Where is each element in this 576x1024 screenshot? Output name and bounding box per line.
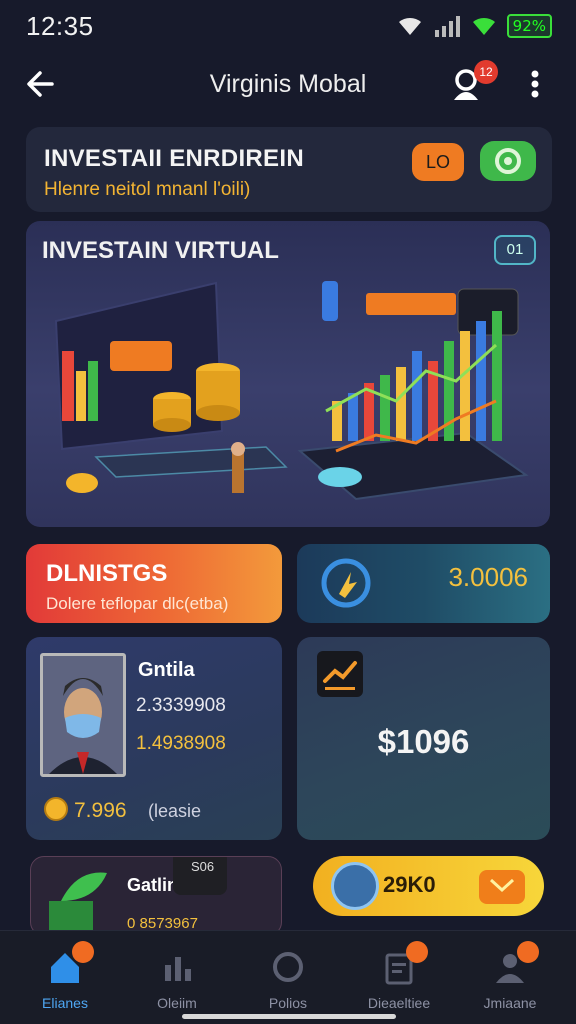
- profile-card[interactable]: Gntila 2.3339908 1.4938908 7.996 (leasie: [26, 637, 282, 840]
- profile-value: 7.996: [74, 799, 127, 822]
- hero-title: INVESTAII ENRDIREIN: [44, 145, 304, 172]
- chart-icon: [165, 957, 191, 981]
- leaf-card-icon: [49, 872, 107, 935]
- nav-item-charts[interactable]: Oleiim: [122, 941, 232, 1015]
- nav-badge-home: [72, 941, 94, 963]
- home-indicator: [182, 1014, 396, 1019]
- person-avatar-icon: [43, 656, 123, 774]
- profile-note: (leasie: [148, 801, 202, 821]
- gift-avatar: [331, 862, 379, 910]
- wifi-icon: [398, 17, 421, 35]
- promo-subtitle: Dolere teflopar dlc(etba): [46, 594, 229, 613]
- value-card[interactable]: 3.0006: [297, 544, 550, 623]
- balance-amount: $1096: [377, 723, 470, 760]
- circle-icon: [273, 952, 303, 982]
- nav-item-polios[interactable]: Polios: [233, 941, 343, 1015]
- profile-stat-secondary: 1.4938908: [136, 733, 226, 754]
- coin-icon: [44, 797, 68, 821]
- mini-tag: S06: [173, 857, 227, 895]
- nav-label-polios: Polios: [268, 995, 308, 1011]
- app-bar: Virginis Mobal 12: [0, 56, 576, 112]
- nav-badge-profile: [517, 941, 539, 963]
- status-time: 12:35: [26, 10, 94, 41]
- nav-item-home[interactable]: Elianes: [10, 941, 120, 1015]
- gift-card[interactable]: 29K0: [313, 856, 544, 916]
- status-icons: 92%: [395, 14, 552, 38]
- value-amount: 3.0006: [448, 562, 528, 592]
- investment-illustration: [54, 281, 529, 501]
- gift-value: 29K0: [383, 872, 436, 897]
- balance-card[interactable]: $1096: [297, 637, 550, 840]
- nav-label-documents: Dieaeltiee: [367, 995, 431, 1011]
- nav-badge-documents: [406, 941, 428, 963]
- notification-badge: 12: [474, 60, 498, 84]
- mail-icon: [489, 878, 515, 893]
- wifi-green-icon: [472, 17, 495, 35]
- shield-icon: [321, 558, 371, 608]
- refresh-icon: [495, 148, 521, 174]
- mail-button[interactable]: [479, 870, 525, 904]
- mini-title: Gatlin: [127, 875, 179, 895]
- promo-card[interactable]: DLNISTGS Dolere teflopar dlc(etba): [26, 544, 282, 623]
- hero-pill-button[interactable]: LO: [412, 143, 464, 181]
- trend-chart-icon: [317, 651, 363, 697]
- nav-label-home: Elianes: [42, 995, 88, 1011]
- more-options-icon[interactable]: [520, 66, 550, 102]
- mini-card[interactable]: Gatlin 0 8573967 S06: [30, 856, 282, 936]
- promo-title: DLNISTGS: [46, 560, 168, 587]
- nav-label-profile: Jmiaane: [483, 995, 537, 1011]
- profile-name: Gntila: [138, 659, 195, 681]
- nav-item-profile[interactable]: Jmiaane: [455, 941, 565, 1015]
- hero-action-button[interactable]: [480, 141, 536, 181]
- avatar: [40, 653, 126, 777]
- nav-item-documents[interactable]: Dieaeltiee: [344, 941, 454, 1015]
- bottom-navigation: Elianes Oleiim Polios Dieaeltiee Jmiaane: [0, 930, 576, 1024]
- hero-subtitle: Hlenre neitol mnanl l'oili): [44, 179, 251, 200]
- nav-label-charts: Oleiim: [157, 995, 197, 1011]
- signal-icon: [434, 16, 460, 37]
- battery-indicator: 92%: [506, 14, 552, 38]
- status-bar: 12:35 92%: [0, 0, 576, 52]
- profile-stat-primary: 2.3339908: [136, 695, 226, 716]
- banner-card[interactable]: INVESTAIN VIRTUAL 01: [26, 221, 550, 527]
- hero-card[interactable]: INVESTAII ENRDIREIN Hlenre neitol mnanl …: [26, 127, 552, 212]
